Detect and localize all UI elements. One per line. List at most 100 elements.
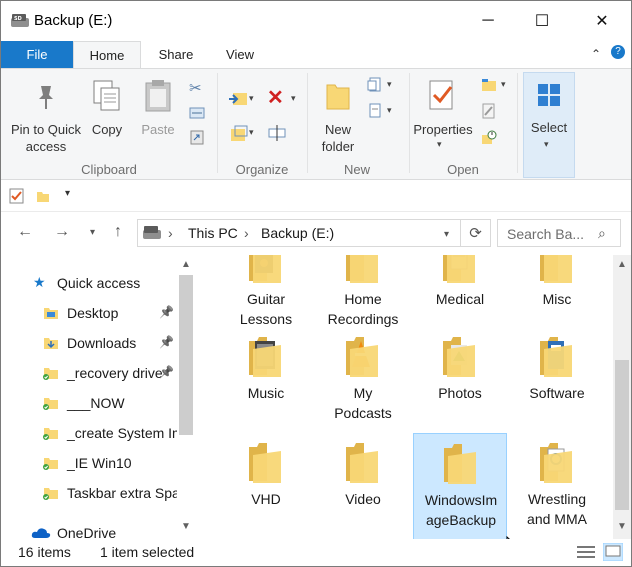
folder-icon bbox=[346, 255, 378, 283]
back-arrow-icon[interactable]: ← bbox=[17, 223, 33, 241]
folder-tile[interactable]: Wrestling and MMA bbox=[510, 433, 604, 539]
chevron-down-icon[interactable]: ▾ bbox=[249, 93, 265, 109]
new-folder-button[interactable]: New folder bbox=[315, 121, 361, 155]
tab-file[interactable]: File bbox=[1, 41, 73, 68]
properties-icon bbox=[429, 80, 453, 110]
wrestling-folder-icon bbox=[540, 443, 572, 483]
paste-shortcut-icon[interactable] bbox=[189, 129, 205, 145]
nav-scrollbar[interactable]: ▲ ▼ bbox=[177, 255, 195, 539]
chevron-down-icon[interactable]: ▾ bbox=[501, 79, 517, 95]
content-scrollbar[interactable]: ▲ ▼ bbox=[613, 255, 631, 539]
move-to-icon[interactable] bbox=[227, 89, 249, 111]
minimize-button[interactable]: ─ bbox=[465, 1, 511, 41]
forward-arrow-icon[interactable]: → bbox=[54, 223, 70, 241]
folder-tile[interactable]: Photos bbox=[413, 327, 507, 435]
folder-icon bbox=[540, 255, 572, 283]
new-folder-small-icon[interactable] bbox=[35, 188, 51, 204]
refresh-icon[interactable]: ⟳ bbox=[460, 219, 490, 247]
software-folder-icon bbox=[540, 337, 572, 377]
music-folder-icon bbox=[249, 337, 281, 377]
tab-share[interactable]: Share bbox=[147, 41, 205, 68]
document-folder-icon bbox=[443, 255, 475, 283]
title-bar[interactable]: SD Backup (E:) ─ ☐ ✕ bbox=[1, 1, 631, 41]
cut-icon[interactable]: ✂ bbox=[189, 79, 205, 97]
pin-icon: 📌 bbox=[159, 365, 174, 379]
breadcrumb-separator[interactable]: › bbox=[244, 225, 249, 241]
folder-tile[interactable]: WindowsIm ageBackup bbox=[413, 433, 507, 539]
folder-icon bbox=[346, 443, 378, 483]
chevron-up-icon[interactable]: ⌃ bbox=[591, 47, 601, 61]
history-icon[interactable] bbox=[481, 129, 497, 145]
nav-item-label: _create System Image bbox=[67, 425, 179, 441]
chevron-down-icon[interactable]: ▾ bbox=[291, 93, 307, 109]
pin-icon: 📌 bbox=[159, 335, 174, 349]
pin-icon: 📌 bbox=[159, 305, 174, 319]
scroll-down-icon[interactable]: ▼ bbox=[181, 521, 191, 532]
breadcrumb-separator[interactable]: › bbox=[168, 225, 173, 241]
nav-item[interactable]: Taskbar extra Space bbox=[1, 478, 179, 508]
copy-button[interactable]: Copy bbox=[87, 121, 127, 138]
scroll-up-icon[interactable]: ▲ bbox=[181, 259, 191, 270]
folder-tile[interactable]: Music bbox=[219, 327, 313, 435]
large-icons-view-icon[interactable] bbox=[603, 543, 623, 561]
properties-button[interactable]: Properties bbox=[411, 121, 475, 138]
chevron-down-icon[interactable]: ▾ bbox=[387, 79, 403, 95]
address-bar[interactable]: › This PC › Backup (E:) ▾ bbox=[137, 219, 491, 247]
select-button[interactable]: Select ▾ bbox=[523, 72, 575, 178]
organize-group-label: Organize bbox=[235, 162, 289, 177]
scroll-up-icon[interactable]: ▲ bbox=[617, 259, 627, 270]
address-dropdown-icon[interactable]: ▾ bbox=[444, 229, 449, 240]
ribbon-separator bbox=[409, 73, 410, 173]
up-arrow-icon[interactable]: ↑ bbox=[114, 223, 122, 241]
delete-icon[interactable]: ✕ bbox=[267, 85, 284, 109]
folder-tile[interactable]: Software bbox=[510, 327, 604, 435]
chevron-down-icon: ▾ bbox=[544, 139, 549, 149]
breadcrumb-backup[interactable]: Backup (E:) bbox=[261, 225, 334, 241]
nav-onedrive[interactable]: OneDrive bbox=[1, 518, 179, 539]
svg-text:SD: SD bbox=[14, 16, 22, 22]
nav-quick-access[interactable]: ★ Quick access bbox=[1, 268, 179, 298]
open-icon[interactable] bbox=[481, 77, 497, 93]
close-button[interactable]: ✕ bbox=[579, 1, 625, 41]
folder-name-line2: Recordings bbox=[327, 311, 399, 327]
rename-icon[interactable] bbox=[267, 123, 287, 143]
nav-item[interactable]: Downloads 📌 bbox=[1, 328, 179, 358]
content-scroll-thumb[interactable] bbox=[615, 360, 629, 510]
nav-item[interactable]: _recovery drive 📌 bbox=[1, 358, 179, 388]
chevron-down-icon[interactable]: ▾ bbox=[249, 127, 265, 143]
pin-quick-access-button[interactable]: Pin to Quick access bbox=[5, 121, 87, 155]
scroll-down-icon[interactable]: ▼ bbox=[617, 521, 627, 532]
folder-name: WindowsIm bbox=[424, 492, 498, 508]
search-icon[interactable]: ⌕ bbox=[598, 225, 606, 242]
folder-tile[interactable]: My Podcasts bbox=[316, 327, 410, 435]
copy-to-icon[interactable] bbox=[227, 123, 249, 145]
folder-name: Music bbox=[247, 385, 285, 401]
customize-qat-icon[interactable]: ▾ bbox=[65, 188, 70, 199]
nav-item[interactable]: _create System Image bbox=[1, 418, 179, 448]
folder-tile[interactable]: VHD bbox=[219, 433, 313, 539]
maximize-button[interactable]: ☐ bbox=[519, 1, 565, 41]
paste-button[interactable]: Paste bbox=[137, 121, 179, 138]
search-box[interactable]: Search Ba... ⌕ bbox=[497, 219, 621, 247]
new-item-icon[interactable] bbox=[367, 77, 383, 93]
nav-item-label: Downloads bbox=[67, 335, 137, 351]
star-icon: ★ bbox=[33, 274, 46, 290]
details-view-icon[interactable] bbox=[577, 545, 595, 559]
copy-path-icon[interactable] bbox=[189, 105, 205, 121]
breadcrumb-this-pc[interactable]: This PC bbox=[188, 225, 238, 241]
nav-item[interactable]: ___NOW bbox=[1, 388, 179, 418]
tab-home[interactable]: Home bbox=[73, 41, 141, 69]
nav-item[interactable]: _IE Win10 bbox=[1, 448, 179, 478]
tab-view[interactable]: View bbox=[211, 41, 269, 68]
recent-locations-icon[interactable]: ▾ bbox=[90, 227, 95, 238]
help-icon[interactable]: ? bbox=[611, 45, 625, 59]
folder-tile[interactable]: Video bbox=[316, 433, 410, 539]
nav-item[interactable]: Desktop 📌 bbox=[1, 298, 179, 328]
drive-icon bbox=[143, 226, 161, 239]
chevron-down-icon[interactable]: ▾ bbox=[387, 105, 403, 121]
edit-icon[interactable] bbox=[481, 103, 497, 119]
chevron-down-icon[interactable]: ▾ bbox=[437, 139, 453, 155]
nav-scroll-thumb[interactable] bbox=[179, 275, 193, 435]
easy-access-icon[interactable] bbox=[367, 103, 383, 119]
properties-small-icon[interactable] bbox=[9, 188, 25, 204]
